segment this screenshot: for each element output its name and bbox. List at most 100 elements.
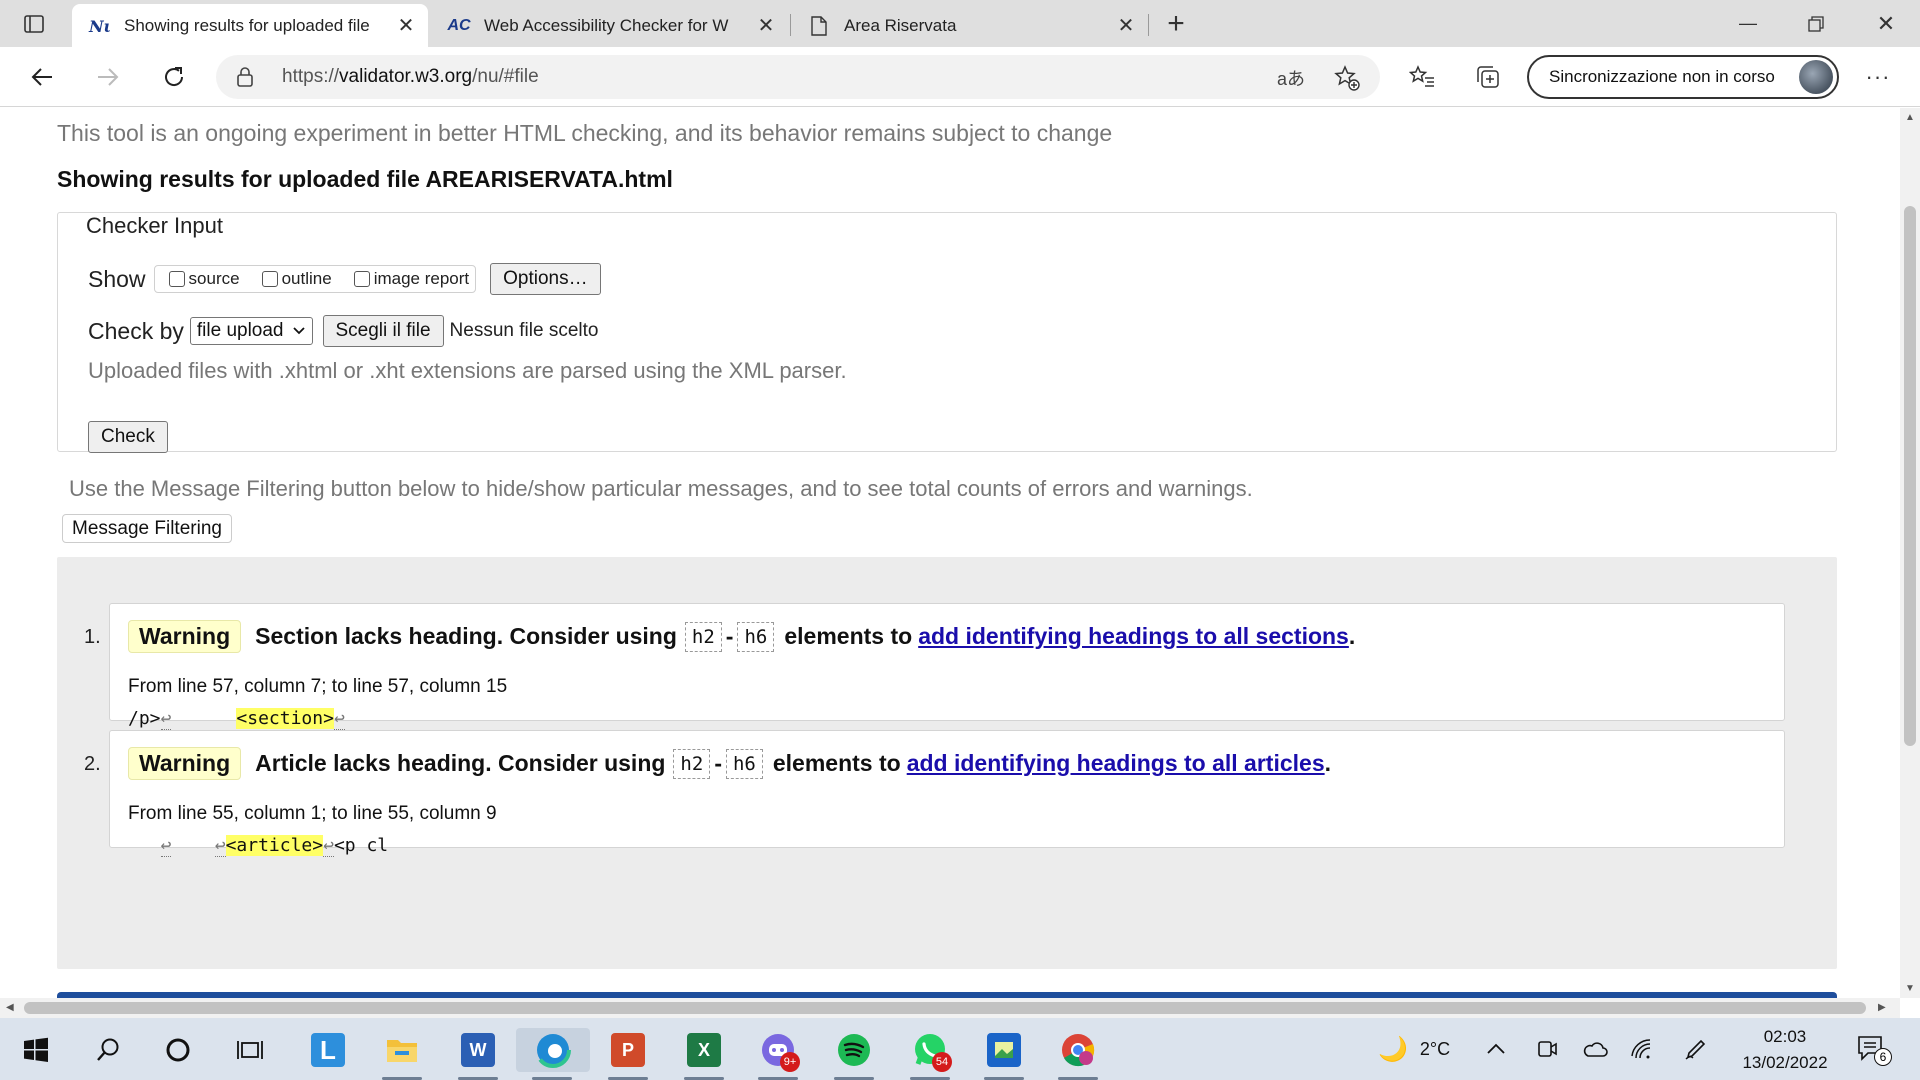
back-arrow-icon[interactable] [24, 59, 60, 95]
weather-temp: 2°C [1419, 1038, 1451, 1059]
image-report-checkbox[interactable] [353, 271, 370, 287]
close-tab-icon[interactable]: ✕ [1114, 14, 1138, 38]
source-extract: ↩ ↩<article>↩<p cl [160, 835, 389, 857]
tab-separator [1148, 14, 1149, 36]
xml-parser-note: Uploaded files with .xhtml or .xht exten… [88, 358, 847, 383]
more-menu-icon[interactable]: ··· [1858, 59, 1898, 95]
message-text-2: elements to [772, 750, 901, 776]
notification-count: 6 [1874, 1048, 1892, 1066]
page-content: This tool is an ongoing experiment in be… [0, 108, 1900, 998]
forward-arrow-icon[interactable] [90, 59, 126, 95]
powerpoint-icon[interactable]: P [606, 1028, 650, 1080]
dash-separator: - [714, 750, 722, 776]
weather-widget[interactable]: 🌙 2°C [1378, 1018, 1450, 1080]
line-feed-icon: ↩ [333, 708, 345, 730]
chrome-icon[interactable] [1056, 1028, 1100, 1080]
favorites-icon[interactable] [1404, 59, 1440, 95]
clock-date: 13/02/2022 [1742, 1053, 1828, 1072]
add-favorite-icon[interactable] [1332, 63, 1362, 93]
word-icon[interactable]: W [456, 1028, 500, 1080]
system-clock[interactable]: 02:03 13/02/2022 [1730, 1024, 1840, 1076]
wifi-icon[interactable] [1630, 1018, 1654, 1080]
scroll-right-arrow-icon[interactable]: ▶ [1878, 1002, 1886, 1013]
period: . [1324, 750, 1332, 776]
tab-title: Showing results for uploaded file [124, 15, 370, 35]
browser-toolbar: https://validator.w3.org/nu/#file aあ Sin… [0, 47, 1920, 107]
task-view-icon[interactable] [228, 1028, 272, 1072]
file-explorer-icon[interactable] [380, 1028, 424, 1080]
check-button[interactable]: Check [88, 421, 168, 453]
scroll-left-arrow-icon[interactable]: ◀ [6, 1002, 14, 1013]
new-tab-icon[interactable]: + [1160, 7, 1192, 40]
excel-icon[interactable]: X [682, 1028, 726, 1080]
tab-validator[interactable]: Nu Showing results for uploaded file ✕ [72, 4, 428, 47]
check-by-select[interactable]: file upload [189, 317, 313, 345]
cortana-icon[interactable] [156, 1028, 200, 1072]
profile-sync-button[interactable]: Sincronizzazione non in corso [1527, 55, 1839, 99]
close-window-icon[interactable]: ✕ [1852, 0, 1920, 47]
restore-icon[interactable] [1782, 0, 1850, 47]
url-text[interactable]: https://validator.w3.org/nu/#file [282, 66, 539, 88]
headings-sections-link[interactable]: add identifying headings to all sections [918, 623, 1349, 650]
code-h2: h2 [673, 748, 711, 779]
message-location: From line 57, column 7; to line 57, colu… [128, 676, 508, 697]
close-tab-icon[interactable]: ✕ [394, 14, 418, 38]
app-l-icon[interactable]: L [306, 1028, 350, 1072]
spotify-icon[interactable] [832, 1028, 876, 1080]
tab-area-riservata[interactable]: Area Riservata ✕ [792, 4, 1148, 47]
horizontal-scrollbar[interactable]: ◀ ▶ [0, 998, 1900, 1018]
photo-app-icon[interactable] [982, 1028, 1026, 1080]
page-favicon-icon [808, 15, 830, 37]
edge-icon[interactable] [516, 1028, 590, 1080]
onedrive-cloud-icon[interactable] [1582, 1018, 1608, 1080]
discord-icon[interactable]: 9+ [756, 1028, 800, 1080]
source-label: source [188, 269, 240, 288]
address-bar[interactable]: https://validator.w3.org/nu/#file aあ [216, 55, 1380, 99]
code-h2: h2 [684, 621, 722, 652]
lock-icon[interactable] [236, 67, 254, 92]
line-feed-icon: ↩ [160, 835, 172, 857]
options-button[interactable]: Options… [490, 263, 601, 295]
discord-badge: 9+ [780, 1052, 800, 1072]
tab-title: Area Riservata [844, 15, 957, 35]
refresh-icon[interactable] [156, 59, 192, 95]
scroll-down-arrow-icon[interactable]: ▼ [1905, 983, 1915, 994]
nu-favicon-icon: Nu [88, 15, 110, 37]
whatsapp-icon[interactable]: 54 [908, 1028, 952, 1080]
source-checkbox[interactable] [168, 271, 185, 287]
message-heading: Warning Article lacks heading. Consider … [128, 747, 1331, 780]
message-text-2: elements to [784, 623, 913, 649]
horizontal-scroll-thumb[interactable] [24, 1002, 1866, 1014]
outline-checkbox[interactable] [261, 271, 278, 287]
search-icon[interactable] [86, 1028, 130, 1072]
chevron-up-icon[interactable] [1486, 1018, 1506, 1080]
vertical-scroll-thumb[interactable] [1904, 206, 1916, 746]
collections-icon[interactable] [1470, 59, 1506, 95]
read-aloud-icon[interactable]: aあ [1276, 63, 1306, 93]
clock-time: 02:03 [1763, 1027, 1807, 1046]
message-item: 2. Warning Article lacks heading. Consid… [84, 730, 1785, 857]
message-item: 1. Warning Section lacks heading. Consid… [84, 603, 1785, 730]
meet-now-icon[interactable] [1536, 1018, 1558, 1080]
tab-accessibility-checker[interactable]: AC Web Accessibility Checker for W ✕ [432, 4, 788, 47]
close-tab-icon[interactable]: ✕ [754, 14, 778, 38]
choose-file-button[interactable]: Scegli il file [322, 315, 444, 347]
minimize-icon[interactable]: — [1714, 0, 1782, 47]
headings-articles-link[interactable]: add identifying headings to all articles [907, 750, 1325, 777]
start-icon[interactable] [14, 1028, 58, 1072]
notification-icon[interactable]: 6 [1856, 1034, 1892, 1066]
scroll-up-arrow-icon[interactable]: ▲ [1905, 112, 1915, 123]
source-extract: /p>↩ <section>↩ [128, 708, 345, 730]
code-h6: h6 [725, 748, 763, 779]
vertical-scrollbar[interactable]: ▲ ▼ [1900, 108, 1920, 998]
message-filtering-button[interactable]: Message Filtering [62, 514, 232, 543]
tab-actions-icon[interactable] [16, 10, 52, 38]
results-title: Showing results for uploaded file AREARI… [57, 166, 673, 192]
line-feed-icon: ↩ [323, 835, 334, 857]
svg-text:Nu: Nu [88, 17, 110, 36]
outline-label: outline [281, 269, 332, 288]
show-label: Show [88, 265, 146, 292]
checker-legend: Checker Input [80, 213, 229, 239]
message-filtering-note: Use the Message Filtering button below t… [69, 476, 1253, 501]
pen-icon[interactable] [1684, 1018, 1708, 1080]
